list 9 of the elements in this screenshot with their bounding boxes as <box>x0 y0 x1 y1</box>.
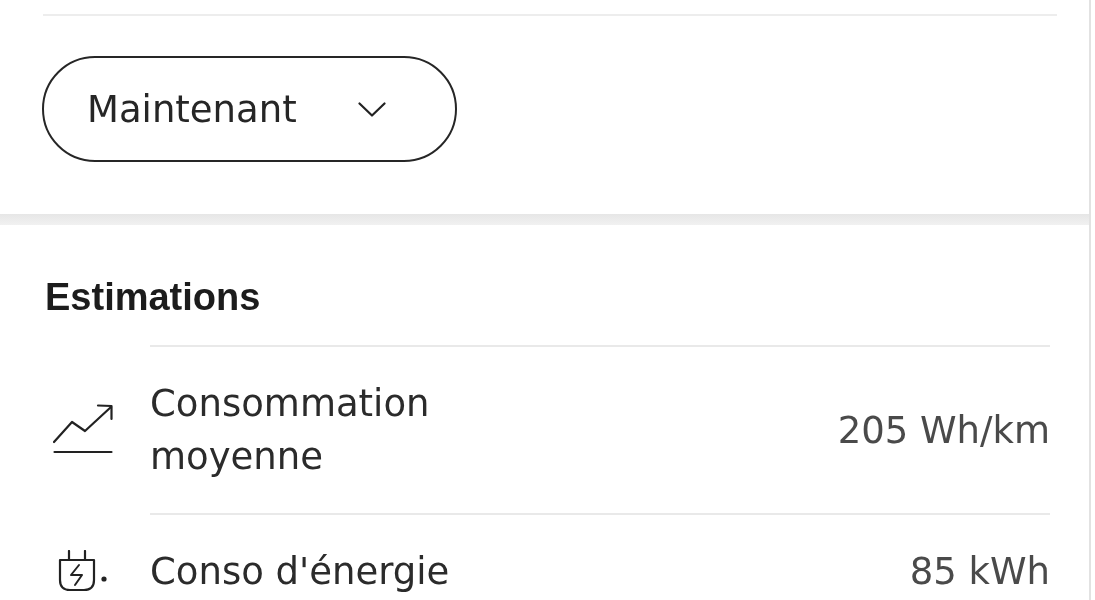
row-label: Conso d'énergie <box>150 549 450 595</box>
period-dropdown[interactable]: Maintenant <box>42 56 457 162</box>
trend-chart-icon <box>53 404 113 454</box>
section-title: Estimations <box>45 275 261 319</box>
row-value: 205 Wh/km <box>837 407 1050 454</box>
row-label: Consommation moyenne <box>150 381 431 480</box>
chevron-down-icon <box>357 101 386 117</box>
row-value: 85 kWh <box>909 549 1050 595</box>
plug-icon <box>58 549 108 592</box>
